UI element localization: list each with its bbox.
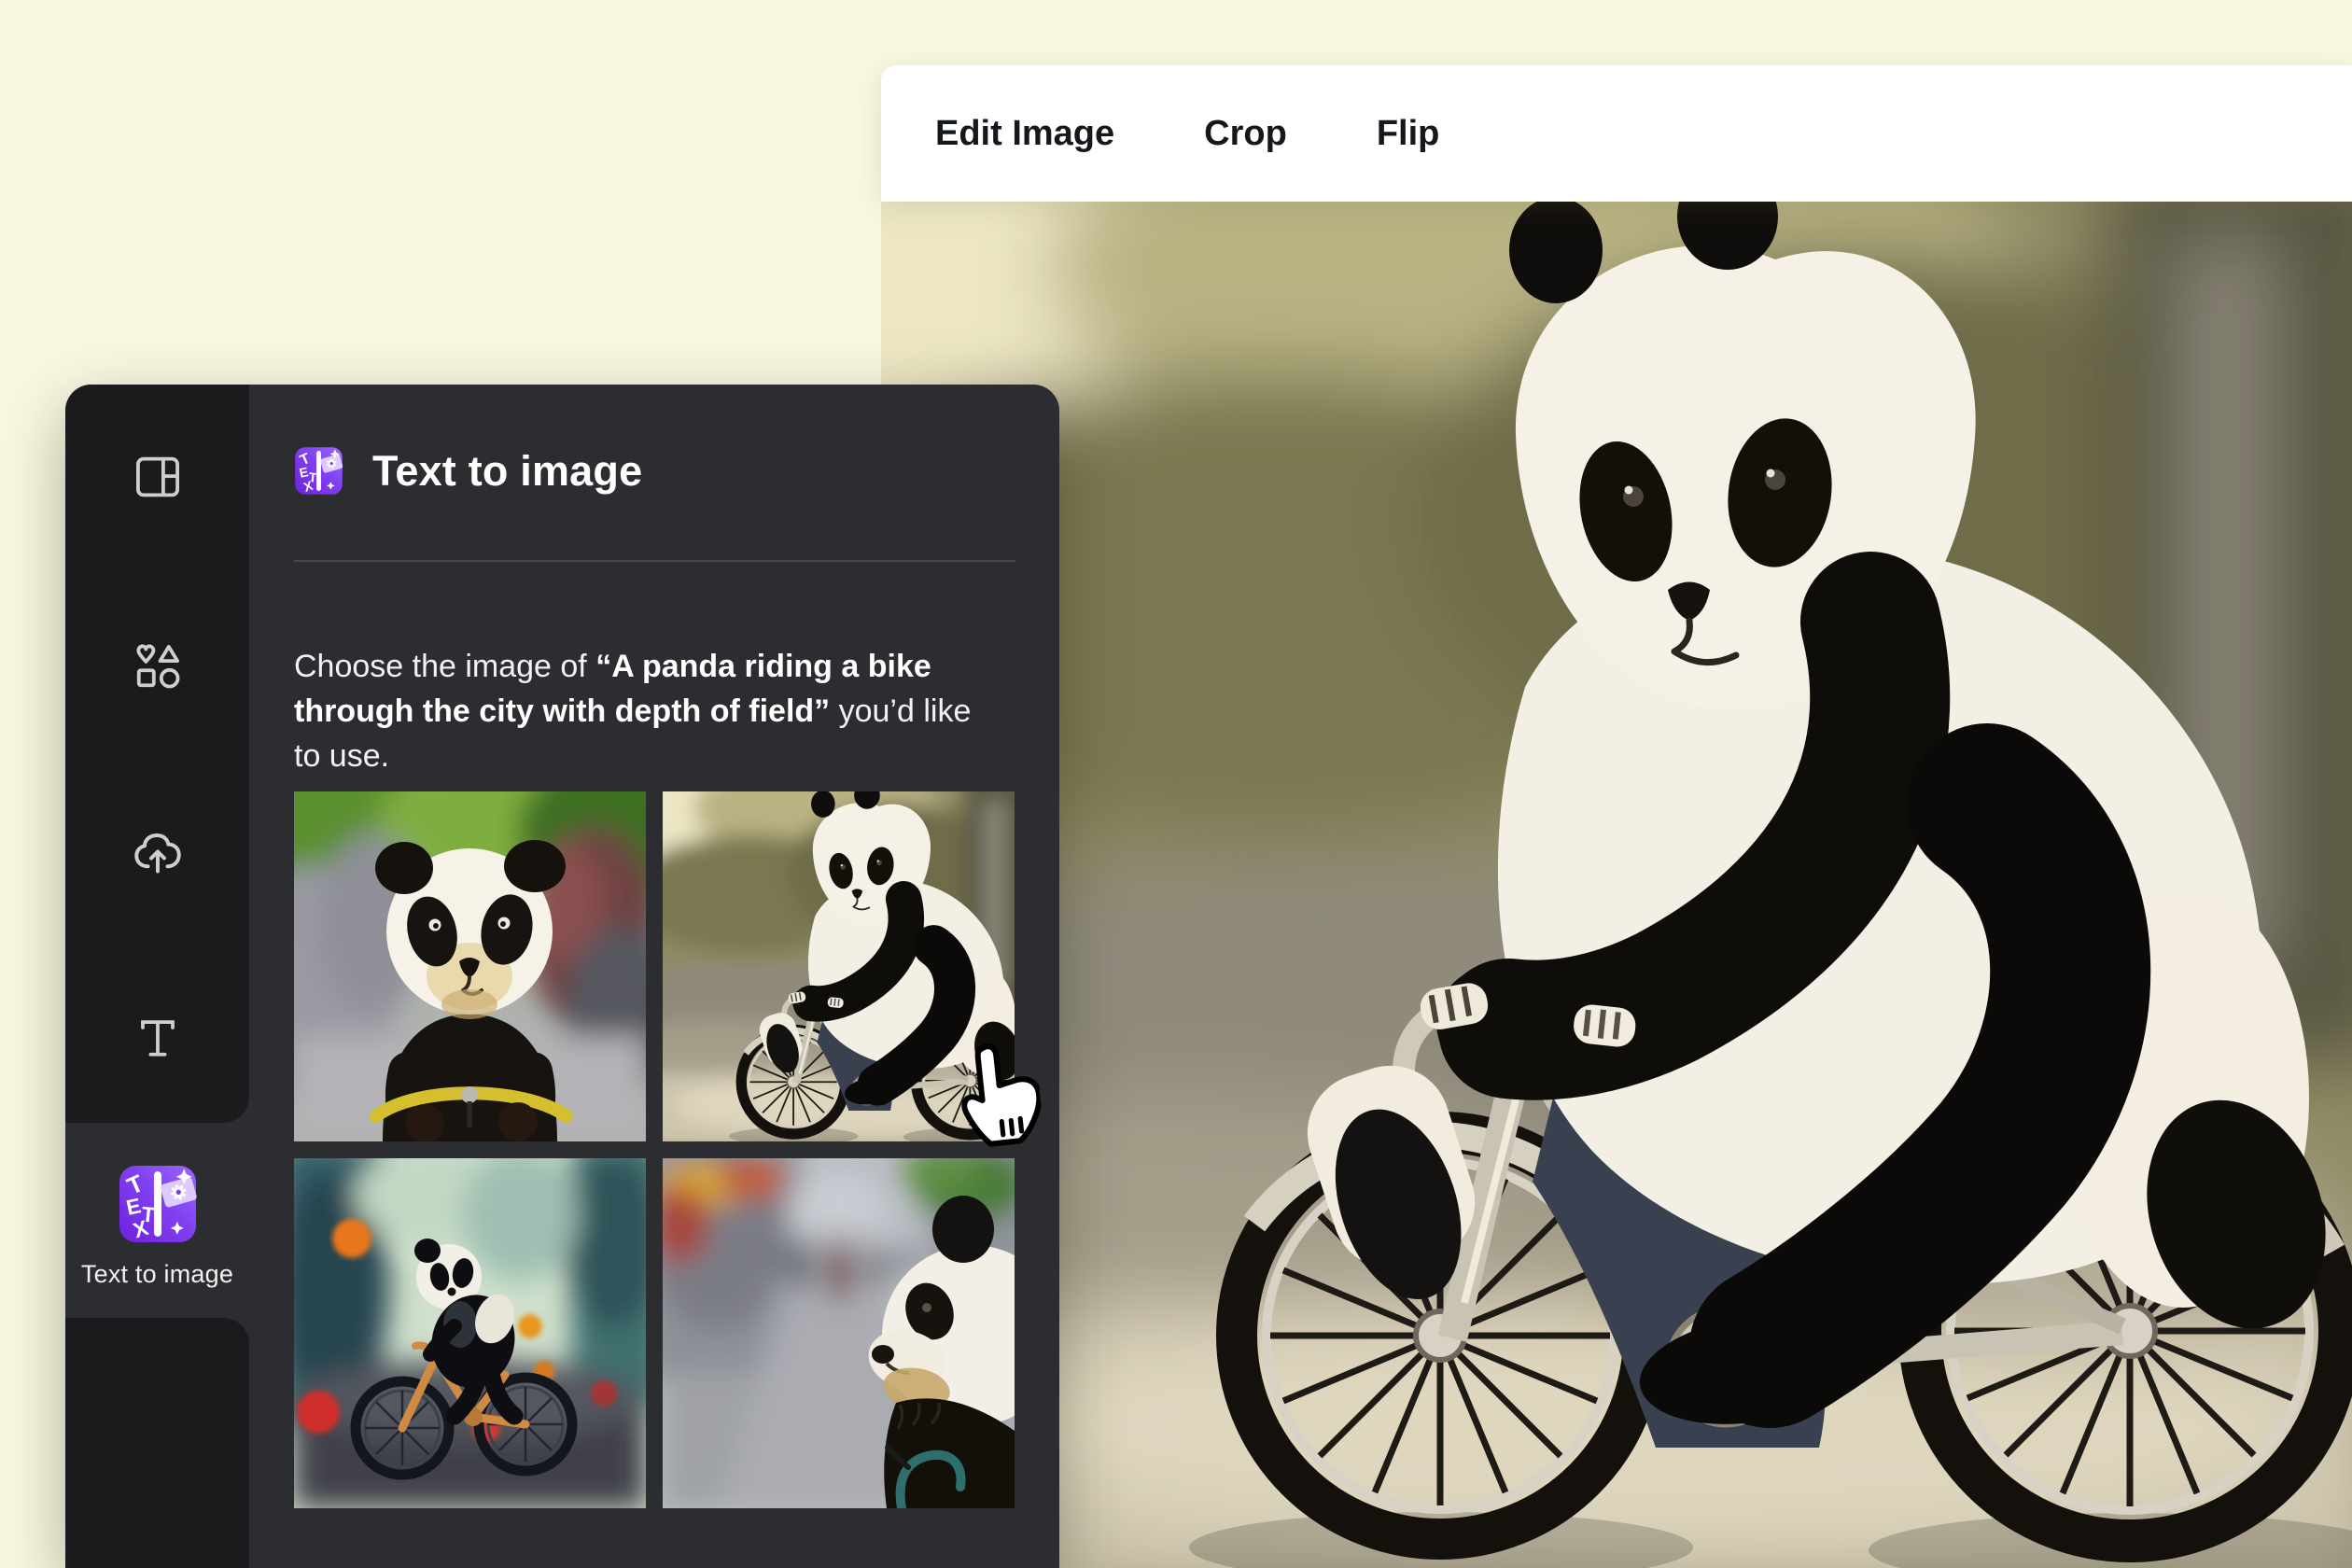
image-toolbar: Edit Image Crop Flip [881, 65, 2352, 202]
generated-images-grid [294, 791, 1015, 1508]
sidebar-item-label: Text to image [80, 1260, 234, 1288]
canva-editor-screen: { "colors": { "background": "#f8f7e1", "… [0, 0, 2352, 1568]
panel-header: Text to image [294, 446, 642, 496]
uploads-cloud-icon [133, 833, 181, 874]
generated-image-3[interactable] [294, 1158, 646, 1508]
panda-front-view-illustration [294, 791, 646, 1141]
divider [294, 560, 1015, 562]
design-layout-icon [135, 456, 179, 497]
text-to-image-panel: Text to image Text to image Choose the i… [65, 385, 1059, 1568]
sidebar-rail-bottom [65, 1318, 249, 1568]
text-tool-icon [140, 1020, 175, 1057]
elements-shapes-icon [135, 644, 179, 689]
sidebar-item-design[interactable] [65, 452, 249, 502]
panda-night-city-illustration [294, 1158, 646, 1508]
instruction-text: Choose the image of “A panda riding a bi… [294, 649, 972, 774]
crop-button[interactable]: Crop [1204, 116, 1287, 151]
generated-image-1[interactable] [294, 791, 646, 1141]
sidebar-item-uploads[interactable] [65, 830, 249, 880]
panel-content: Text to image Choose the image of “A pan… [249, 385, 1059, 1568]
panel-title: Text to image [372, 446, 643, 495]
generated-image-4[interactable] [663, 1158, 1015, 1508]
sidebar-item-text-to-image-active[interactable]: Text to image [65, 1123, 249, 1318]
sidebar-rail: Text to image [65, 385, 249, 1568]
edit-image-button[interactable]: Edit Image [935, 116, 1114, 151]
sidebar-item-text[interactable] [65, 1013, 249, 1063]
design-canvas[interactable] [881, 202, 2352, 1568]
generated-image-2[interactable] [663, 791, 1015, 1141]
panda-profile-illustration [663, 1158, 1015, 1508]
sidebar-item-elements[interactable] [65, 641, 249, 692]
flip-button[interactable]: Flip [1377, 116, 1440, 151]
canvas-panda-bike-image [881, 202, 2352, 1568]
text-to-image-app-icon [294, 446, 343, 496]
panda-side-view-illustration [663, 791, 1015, 1141]
sidebar-rail-top [65, 385, 249, 1123]
text-to-image-icon [118, 1164, 198, 1244]
